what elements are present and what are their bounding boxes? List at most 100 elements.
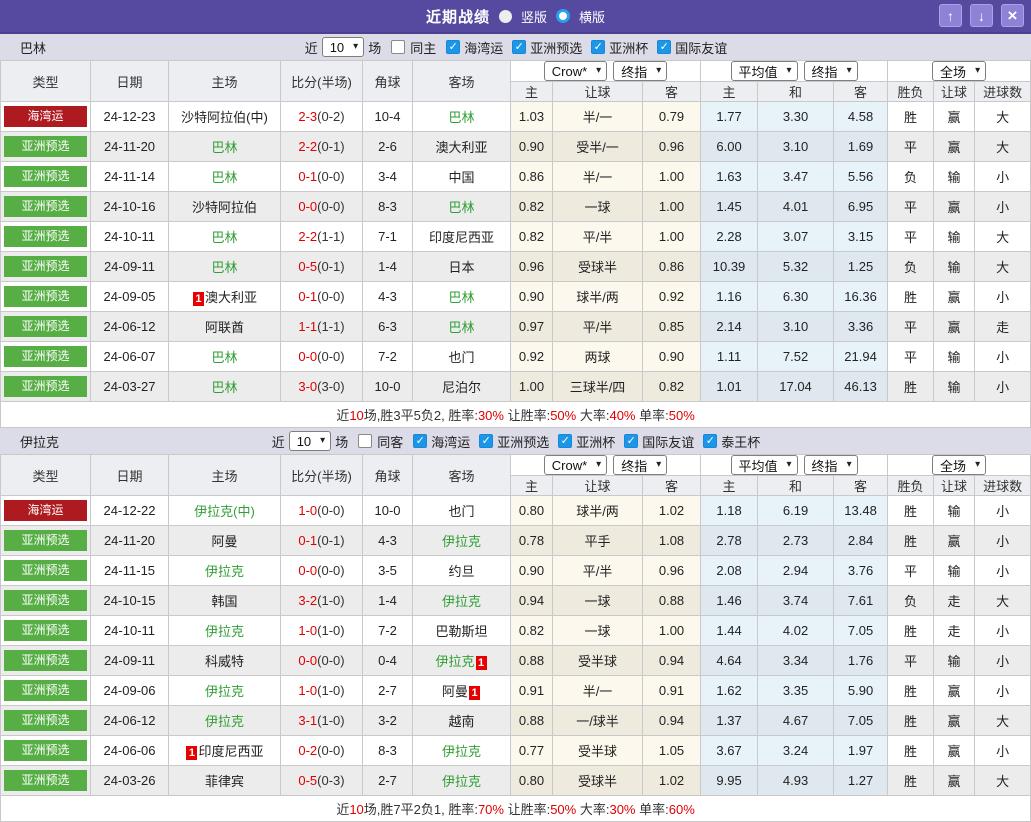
odds-time-select[interactable]: 终指▾ [613, 455, 667, 475]
team-name: 巴林 [20, 38, 46, 57]
halftime-score: (1-0) [317, 713, 344, 728]
scroll-up-button[interactable]: ↑ [939, 4, 962, 27]
avg-draw: 3.10 [758, 132, 834, 162]
league-checkbox-1[interactable]: ✓ [479, 434, 493, 448]
league-checkbox-1[interactable]: ✓ [512, 40, 526, 54]
same-venue-label: 同主 [409, 38, 437, 57]
sub-col-header-0: 主 [511, 476, 553, 496]
col-header-1: 日期 [91, 455, 169, 496]
result-outcome: 胜 [888, 676, 934, 706]
home-team-cell: 沙特阿拉伯(中) [169, 102, 281, 132]
match-count-select[interactable]: 10▾ [322, 37, 365, 57]
chevron-down-icon: ▾ [596, 66, 601, 76]
home-team: 伊拉克 [205, 624, 244, 639]
odds-handicap: 受半球 [553, 736, 643, 766]
avg-home: 1.11 [701, 342, 758, 372]
league-cell: 亚洲预选 [1, 616, 91, 646]
home-team-cell: 巴林 [169, 222, 281, 252]
odds-home: 1.00 [511, 372, 553, 402]
result-handicap: 走 [934, 586, 975, 616]
result-outcome: 胜 [888, 706, 934, 736]
odds-home: 1.03 [511, 102, 553, 132]
table-row: 亚洲预选24-10-11巴林2-2(1-1)7-1印度尼西亚0.82平/半1.0… [1, 222, 1031, 252]
odds-time-select[interactable]: 终指▾ [613, 61, 667, 81]
league-cell: 亚洲预选 [1, 222, 91, 252]
sub-col-header-4: 和 [758, 476, 834, 496]
avg-draw: 3.10 [758, 312, 834, 342]
sub-col-header-5: 客 [834, 476, 888, 496]
league-cell: 亚洲预选 [1, 706, 91, 736]
scroll-down-button[interactable]: ↓ [970, 4, 993, 27]
league-checkbox-2[interactable]: ✓ [591, 40, 605, 54]
home-team: 澳大利亚 [205, 290, 257, 305]
match-count-select[interactable]: 10▾ [289, 431, 332, 451]
avg-draw: 4.02 [758, 616, 834, 646]
layout-vertical-label[interactable]: 竖版 [521, 7, 547, 26]
summary-segment: 10 [349, 802, 363, 817]
average-time-select[interactable]: 终指▾ [804, 455, 858, 475]
home-team-cell: 巴林 [169, 252, 281, 282]
odds-provider-select[interactable]: Crow*▾ [544, 61, 607, 81]
result-handicap: 输 [934, 342, 975, 372]
odds-away: 1.08 [643, 526, 701, 556]
result-outcome: 胜 [888, 526, 934, 556]
avg-draw: 4.67 [758, 706, 834, 736]
odds-home: 0.82 [511, 222, 553, 252]
table-row: 亚洲预选24-11-20巴林2-2(0-1)2-6澳大利亚0.90受半/一0.9… [1, 132, 1031, 162]
odds-handicap: 球半/两 [553, 496, 643, 526]
odds-provider-select[interactable]: Crow*▾ [544, 455, 607, 475]
red-card-badge: 1 [186, 746, 197, 760]
same-venue-checkbox[interactable] [391, 40, 405, 54]
avg-draw: 3.47 [758, 162, 834, 192]
chevron-down-icon: ▾ [787, 460, 792, 470]
league-checkbox-0[interactable]: ✓ [413, 434, 427, 448]
summary-segment: 50% [550, 408, 576, 423]
odds-home: 0.77 [511, 736, 553, 766]
avg-home: 1.37 [701, 706, 758, 736]
league-badge: 亚洲预选 [4, 770, 87, 791]
league-badge: 亚洲预选 [4, 710, 87, 731]
summary-text: 近10场,胜7平2负1, 胜率:70% 让胜率:50% 大率:30% 单率:60… [1, 796, 1031, 822]
col-header-4: 角球 [363, 455, 413, 496]
league-badge: 亚洲预选 [4, 316, 87, 337]
league-checkbox-0[interactable]: ✓ [446, 40, 460, 54]
odds-home: 0.80 [511, 496, 553, 526]
result-handicap: 赢 [934, 526, 975, 556]
fulltime-select[interactable]: 全场▾ [932, 61, 986, 81]
average-select[interactable]: 平均值▾ [731, 455, 798, 475]
odds-away: 1.00 [643, 192, 701, 222]
halftime-score: (1-0) [317, 623, 344, 638]
league-cell: 亚洲预选 [1, 646, 91, 676]
corners-cell: 10-0 [363, 496, 413, 526]
sub-col-header-7: 让球 [934, 476, 975, 496]
average-time-select[interactable]: 终指▾ [804, 61, 858, 81]
avg-draw: 3.34 [758, 646, 834, 676]
away-team-cell: 约旦 [413, 556, 511, 586]
avg-home: 1.63 [701, 162, 758, 192]
layout-horizontal-radio[interactable] [556, 9, 570, 23]
close-button[interactable]: × [1001, 4, 1024, 27]
fulltime-select[interactable]: 全场▾ [932, 455, 986, 475]
avg-home: 1.01 [701, 372, 758, 402]
league-checkbox-2[interactable]: ✓ [558, 434, 572, 448]
arrow-down-icon: ↓ [978, 8, 985, 24]
result-outcome: 负 [888, 252, 934, 282]
result-goals: 大 [975, 102, 1031, 132]
league-badge: 海湾运 [4, 500, 87, 521]
league-checkbox-4[interactable]: ✓ [703, 434, 717, 448]
league-checkbox-3[interactable]: ✓ [624, 434, 638, 448]
corners-cell: 7-2 [363, 342, 413, 372]
odds-away: 0.85 [643, 312, 701, 342]
avg-away: 2.84 [834, 526, 888, 556]
match-date: 24-10-11 [91, 222, 169, 252]
layout-horizontal-label[interactable]: 横版 [579, 7, 605, 26]
same-venue-checkbox[interactable] [358, 434, 372, 448]
odds-handicap: 一球 [553, 616, 643, 646]
odds-home: 0.96 [511, 252, 553, 282]
odds-away: 1.00 [643, 222, 701, 252]
avg-draw: 3.24 [758, 736, 834, 766]
average-select[interactable]: 平均值▾ [731, 61, 798, 81]
layout-vertical-radio[interactable] [499, 10, 512, 23]
league-checkbox-3[interactable]: ✓ [657, 40, 671, 54]
league-label-1: 亚洲预选 [497, 432, 549, 451]
